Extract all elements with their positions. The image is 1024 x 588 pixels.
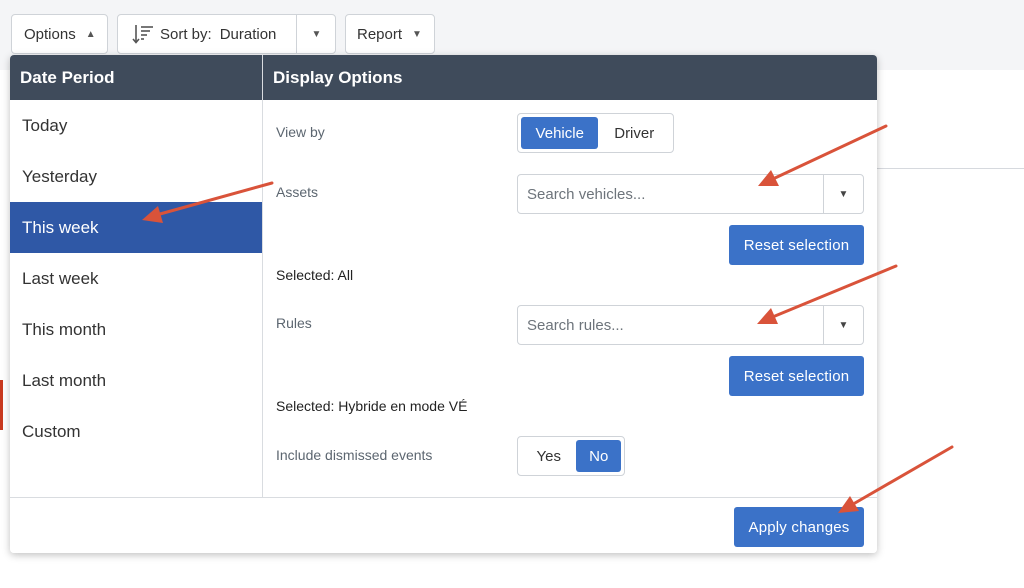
period-item-this-week[interactable]: This week [10,202,262,253]
rules-label: Rules [276,315,312,331]
date-period-heading: Date Period [10,55,262,100]
sort-button[interactable]: Sort by: Duration ▼ [117,14,336,54]
period-item-this-month[interactable]: This month [10,304,262,355]
options-label: Options [24,25,76,43]
page-marker [0,380,3,430]
rules-dropdown-toggle[interactable]: ▼ [823,306,863,344]
rules-select[interactable]: ▼ [517,305,864,345]
assets-label: Assets [276,184,319,200]
display-options-heading: Display Options [263,55,877,100]
sort-value: Duration [219,25,277,43]
apply-changes-button[interactable]: Apply changes [734,507,864,547]
page-divider [877,168,1024,169]
caret-up-icon: ▲ [85,28,96,40]
caret-down-icon: ▼ [412,28,422,40]
display-options-column: Display Options View by Vehicle Driver A… [263,55,877,497]
assets-selected-text: Selected: All [276,267,354,283]
assets-reset-button[interactable]: Reset selection [729,225,864,265]
view-by-driver-option[interactable]: Driver [598,117,670,149]
view-by-toggle: Vehicle Driver [517,113,674,153]
assets-search-input[interactable] [518,175,823,213]
caret-down-icon: ▼ [311,28,322,40]
options-panel: Date Period Today Yesterday This week La… [10,55,877,553]
caret-down-icon: ▼ [838,188,849,200]
assets-select[interactable]: ▼ [517,174,864,214]
view-by-label: View by [276,124,325,140]
report-button[interactable]: Report ▼ [345,14,435,54]
dismissed-events-toggle: Yes No [517,436,625,476]
rules-search-input[interactable] [518,306,823,344]
dismissed-events-label: Include dismissed events [276,447,433,463]
period-item-last-month[interactable]: Last month [10,355,262,406]
period-item-yesterday[interactable]: Yesterday [10,151,262,202]
date-period-column: Date Period Today Yesterday This week La… [10,55,263,497]
date-period-list: Today Yesterday This week Last week This… [10,100,262,457]
caret-down-icon: ▼ [838,319,849,331]
sort-dropdown-toggle[interactable]: ▼ [296,15,336,53]
report-label: Report [357,25,403,43]
view-by-vehicle-option[interactable]: Vehicle [521,117,599,149]
dismissed-no-option[interactable]: No [576,440,621,472]
rules-selected-text: Selected: Hybride en mode VÉ [276,398,468,414]
period-item-last-week[interactable]: Last week [10,253,262,304]
options-button[interactable]: Options ▲ [11,14,108,54]
period-item-custom[interactable]: Custom [10,406,262,457]
rules-reset-button[interactable]: Reset selection [729,356,864,396]
sort-label: Sort by: [160,25,212,43]
period-item-today[interactable]: Today [10,100,262,151]
dismissed-yes-option[interactable]: Yes [521,440,576,472]
sort-descending-icon [126,23,160,45]
page-background [877,70,1024,588]
panel-footer: Apply changes [10,497,877,553]
assets-dropdown-toggle[interactable]: ▼ [823,175,863,213]
